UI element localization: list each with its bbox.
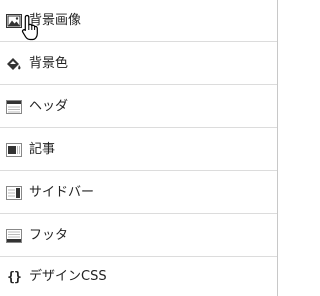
menu-item-background-image[interactable]: 背景画像 [0, 0, 277, 42]
design-settings-menu: 背景画像 背景色 ヘッダ 記事 サイドバー フッタ {} デザインCSS [0, 0, 278, 296]
menu-item-label: ヘッダ [29, 98, 69, 114]
menu-item-sidebar[interactable]: サイドバー [0, 172, 277, 214]
menu-item-label: サイドバー [29, 184, 95, 200]
footer-layout-icon [6, 228, 22, 244]
menu-item-label: 背景色 [29, 55, 69, 71]
paint-bucket-icon [6, 56, 22, 72]
menu-item-article[interactable]: 記事 [0, 129, 277, 171]
menu-item-header[interactable]: ヘッダ [0, 86, 277, 128]
panel-right-gutter [278, 0, 281, 296]
menu-item-label: 記事 [29, 141, 56, 157]
menu-item-footer[interactable]: フッタ [0, 215, 277, 257]
menu-item-design-css[interactable]: {} デザインCSS [0, 258, 277, 296]
menu-item-label: 背景画像 [29, 12, 82, 28]
css-braces-icon: {} [7, 269, 22, 285]
image-icon [6, 13, 22, 29]
sidebar-layout-icon [6, 185, 22, 201]
menu-item-background-color[interactable]: 背景色 [0, 43, 277, 85]
article-layout-icon [6, 142, 22, 158]
header-layout-icon [6, 99, 22, 115]
menu-item-label: フッタ [29, 227, 69, 243]
menu-item-label: デザインCSS [29, 269, 107, 284]
